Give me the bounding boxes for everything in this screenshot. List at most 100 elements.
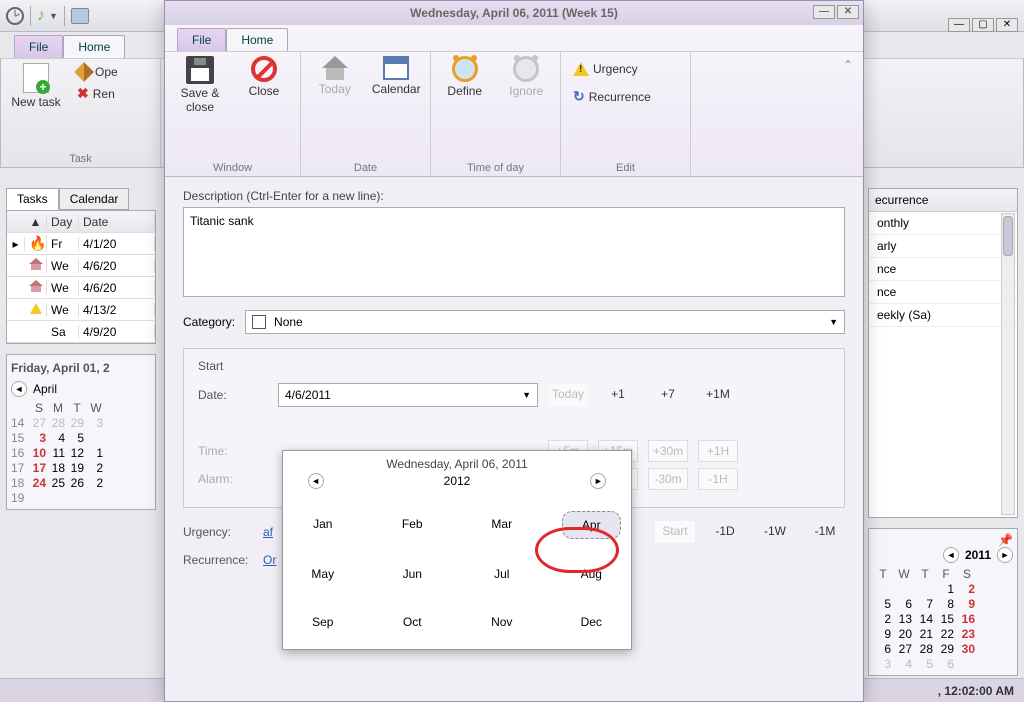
- month-picker-popup: Wednesday, April 06, 2011 ◄ 2012 ► JanFe…: [282, 450, 632, 650]
- month-picker-date: Wednesday, April 06, 2011: [293, 457, 621, 471]
- close-button[interactable]: Close: [237, 56, 291, 98]
- window-buttons: — ▢ ✕: [948, 18, 1018, 32]
- next-year-button[interactable]: ►: [590, 473, 606, 489]
- fire-icon: 🔥: [29, 235, 46, 251]
- pencil-icon: [74, 62, 94, 82]
- month-apr[interactable]: Apr: [562, 511, 622, 539]
- tasks-grid[interactable]: ▲ Day Date ▸🔥Fr4/1/20We4/6/20We4/6/20We4…: [6, 210, 156, 344]
- prev-month-button[interactable]: ◄: [11, 381, 27, 397]
- month-jan[interactable]: Jan: [293, 511, 353, 539]
- pin-icon[interactable]: 📌: [998, 533, 1013, 547]
- start-title: Start: [198, 359, 830, 373]
- tab-calendar[interactable]: Calendar: [59, 188, 130, 210]
- urgency-field-label: Urgency:: [183, 525, 253, 539]
- collapse-ribbon-button[interactable]: ⌃: [843, 58, 853, 72]
- status-time: , 12:02:00 AM: [938, 684, 1014, 698]
- list-item[interactable]: eekly (Sa): [869, 304, 1017, 327]
- dialog-minimize-button[interactable]: —: [813, 5, 835, 19]
- calendar-button[interactable]: Calendar: [371, 56, 423, 96]
- mini-cal-grid-right[interactable]: TWTFS12567892131415169202122236272829303…: [873, 567, 1013, 671]
- minus1d-button[interactable]: -1D: [705, 521, 745, 543]
- description-input[interactable]: [183, 207, 845, 297]
- col-date[interactable]: Date: [79, 215, 155, 229]
- alarm-label: Alarm:: [198, 472, 268, 486]
- mini-cal-grid[interactable]: SMTW142728293153451610111211717181921824…: [11, 401, 151, 505]
- today-button[interactable]: Today: [309, 56, 361, 96]
- start-quick-button[interactable]: Start: [655, 521, 695, 543]
- define-button[interactable]: Define: [439, 56, 491, 98]
- list-item[interactable]: onthly: [869, 212, 1017, 235]
- chevron-down-icon[interactable]: ▼: [49, 11, 58, 21]
- warning-icon: [573, 62, 589, 76]
- table-row[interactable]: We4/13/2: [7, 299, 155, 321]
- list-item[interactable]: nce: [869, 258, 1017, 281]
- minus1w-button[interactable]: -1W: [755, 521, 795, 543]
- ribbon-group-label-task: Task: [9, 151, 152, 165]
- month-feb[interactable]: Feb: [383, 511, 443, 539]
- dialog-tab-home[interactable]: Home: [226, 28, 288, 51]
- month-sep[interactable]: Sep: [293, 609, 353, 635]
- category-value: None: [274, 315, 303, 329]
- urgency-label: Urgency: [593, 62, 638, 76]
- open-button[interactable]: Ope: [73, 63, 122, 81]
- warning-icon: [30, 303, 42, 314]
- list-item[interactable]: nce: [869, 281, 1017, 304]
- urgency-button[interactable]: Urgency: [569, 60, 655, 78]
- tab-file[interactable]: File: [14, 35, 63, 58]
- recurrence-button[interactable]: ↻ Recurrence: [569, 86, 655, 107]
- save-close-button[interactable]: Save & close: [173, 56, 227, 114]
- prev-year-button[interactable]: ◄: [308, 473, 324, 489]
- dialog-tab-file[interactable]: File: [177, 28, 226, 51]
- mini-cal-title: Friday, April 01, 2: [11, 359, 151, 381]
- remove-button[interactable]: ✖ Ren: [73, 83, 122, 104]
- clock-icon[interactable]: [6, 7, 24, 25]
- table-row[interactable]: Sa4/9/20: [7, 321, 155, 343]
- month-aug[interactable]: Aug: [562, 561, 622, 587]
- month-jun[interactable]: Jun: [383, 561, 443, 587]
- next-year-button[interactable]: ►: [997, 547, 1013, 563]
- maximize-button[interactable]: ▢: [972, 18, 994, 32]
- dialog-title: Wednesday, April 06, 2011 (Week 15): [410, 6, 618, 20]
- printer-icon[interactable]: [71, 8, 89, 24]
- recurrence-link[interactable]: Or: [263, 553, 276, 567]
- table-row[interactable]: We4/6/20: [7, 255, 155, 277]
- dialog-close-button[interactable]: ✕: [837, 5, 859, 19]
- mini-calendar-left: Friday, April 01, 2 ◄ April SMTW14272829…: [6, 354, 156, 510]
- plus1m-button[interactable]: +1M: [698, 384, 738, 406]
- col-sort[interactable]: ▲: [25, 215, 47, 229]
- new-task-button[interactable]: New task: [9, 63, 63, 109]
- minimize-button[interactable]: —: [948, 18, 970, 32]
- define-label: Define: [447, 84, 482, 98]
- scrollbar[interactable]: [1001, 213, 1015, 515]
- tab-home[interactable]: Home: [63, 35, 125, 58]
- today-quick-button[interactable]: Today: [548, 384, 588, 406]
- minus1m-button[interactable]: -1M: [805, 521, 845, 543]
- col-day[interactable]: Day: [47, 215, 79, 229]
- tab-tasks[interactable]: Tasks: [6, 188, 59, 210]
- no-entry-icon: [251, 56, 277, 82]
- prev-year-button[interactable]: ◄: [943, 547, 959, 563]
- month-mar[interactable]: Mar: [472, 511, 532, 539]
- month-dec[interactable]: Dec: [562, 609, 622, 635]
- separator: [30, 6, 31, 26]
- month-oct[interactable]: Oct: [383, 609, 443, 635]
- recurrence-list[interactable]: ecurrence onthlyarlyncenceeekly (Sa): [868, 188, 1018, 518]
- category-label: Category:: [183, 315, 235, 329]
- group-window-label: Window: [173, 160, 292, 174]
- urgency-link[interactable]: af: [263, 525, 273, 539]
- month-nov[interactable]: Nov: [472, 609, 532, 635]
- ignore-button[interactable]: Ignore: [501, 56, 553, 98]
- close-button[interactable]: ✕: [996, 18, 1018, 32]
- category-select[interactable]: None ▼: [245, 310, 845, 334]
- scrollbar-thumb[interactable]: [1003, 216, 1013, 256]
- table-row[interactable]: ▸🔥Fr4/1/20: [7, 233, 155, 255]
- month-jul[interactable]: Jul: [472, 561, 532, 587]
- plus1-button[interactable]: +1: [598, 384, 638, 406]
- list-item[interactable]: arly: [869, 235, 1017, 258]
- recurrence-header: ecurrence: [869, 189, 1017, 212]
- music-note-icon[interactable]: ♪: [37, 7, 45, 25]
- month-may[interactable]: May: [293, 561, 353, 587]
- table-row[interactable]: We4/6/20: [7, 277, 155, 299]
- date-dropdown[interactable]: 4/6/2011 ▼: [278, 383, 538, 407]
- plus7-button[interactable]: +7: [648, 384, 688, 406]
